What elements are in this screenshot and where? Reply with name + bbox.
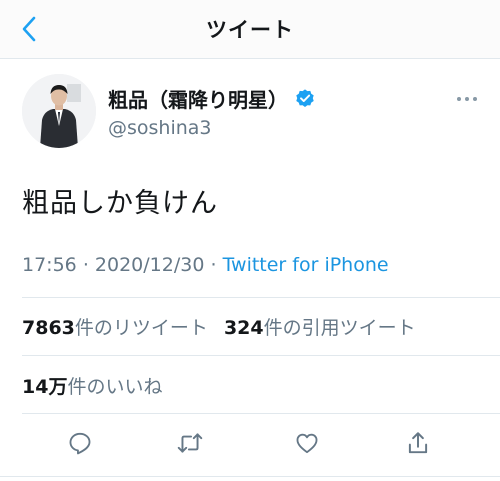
reply-button[interactable] <box>60 423 100 463</box>
user-name[interactable]: 粗品（霜降り明星） <box>108 84 288 113</box>
retweet-button[interactable] <box>170 423 210 463</box>
avatar[interactable] <box>22 74 96 148</box>
quotes-stat[interactable]: 324件の引用ツイート <box>224 317 416 339</box>
tweet-meta: 17:56 · 2020/12/30 · Twitter for iPhone <box>22 254 389 276</box>
tweet-time: 17:56 <box>22 254 77 276</box>
retweet-icon <box>177 433 203 453</box>
divider <box>22 413 500 414</box>
like-button[interactable] <box>287 423 327 463</box>
likes-stat[interactable]: 14万件のいいね <box>22 372 162 399</box>
retweets-stat[interactable]: 7863件のリツイート <box>22 317 208 339</box>
more-dot <box>457 97 461 101</box>
tweet-source-link[interactable]: Twitter for iPhone <box>223 254 389 276</box>
like-icon <box>296 433 318 454</box>
divider <box>0 476 500 477</box>
meta-separator: · <box>210 254 217 276</box>
divider <box>22 297 500 298</box>
retweets-label: 件のリツイート <box>74 317 208 339</box>
quotes-label: 件の引用ツイート <box>263 317 416 339</box>
tweet-actions-bar <box>0 423 500 463</box>
profile-photo <box>22 74 96 148</box>
likes-label: 件のいいね <box>67 376 163 398</box>
engagement-stats: 7863件のリツイート 324件の引用ツイート <box>22 313 416 340</box>
more-dot <box>473 97 477 101</box>
verified-badge-icon <box>296 88 314 107</box>
meta-separator: · <box>82 254 89 276</box>
more-dot <box>465 97 469 101</box>
navigation-bar: ツイート <box>0 0 500 59</box>
share-icon <box>408 432 428 454</box>
tweet-date: 2020/12/30 <box>94 254 205 276</box>
tweet-text: 粗品しか負けん <box>22 188 218 219</box>
user-handle[interactable]: @soshina3 <box>108 117 212 139</box>
user-name-row: 粗品（霜降り明星） <box>108 84 316 113</box>
share-button[interactable] <box>398 423 438 463</box>
page-title: ツイート <box>206 18 294 42</box>
quotes-count: 324 <box>223 317 264 339</box>
likes-count: 14万 <box>22 376 68 398</box>
retweets-count: 7863 <box>22 317 75 339</box>
reply-icon <box>69 432 91 455</box>
divider <box>22 355 500 356</box>
more-options-button[interactable] <box>451 90 483 108</box>
